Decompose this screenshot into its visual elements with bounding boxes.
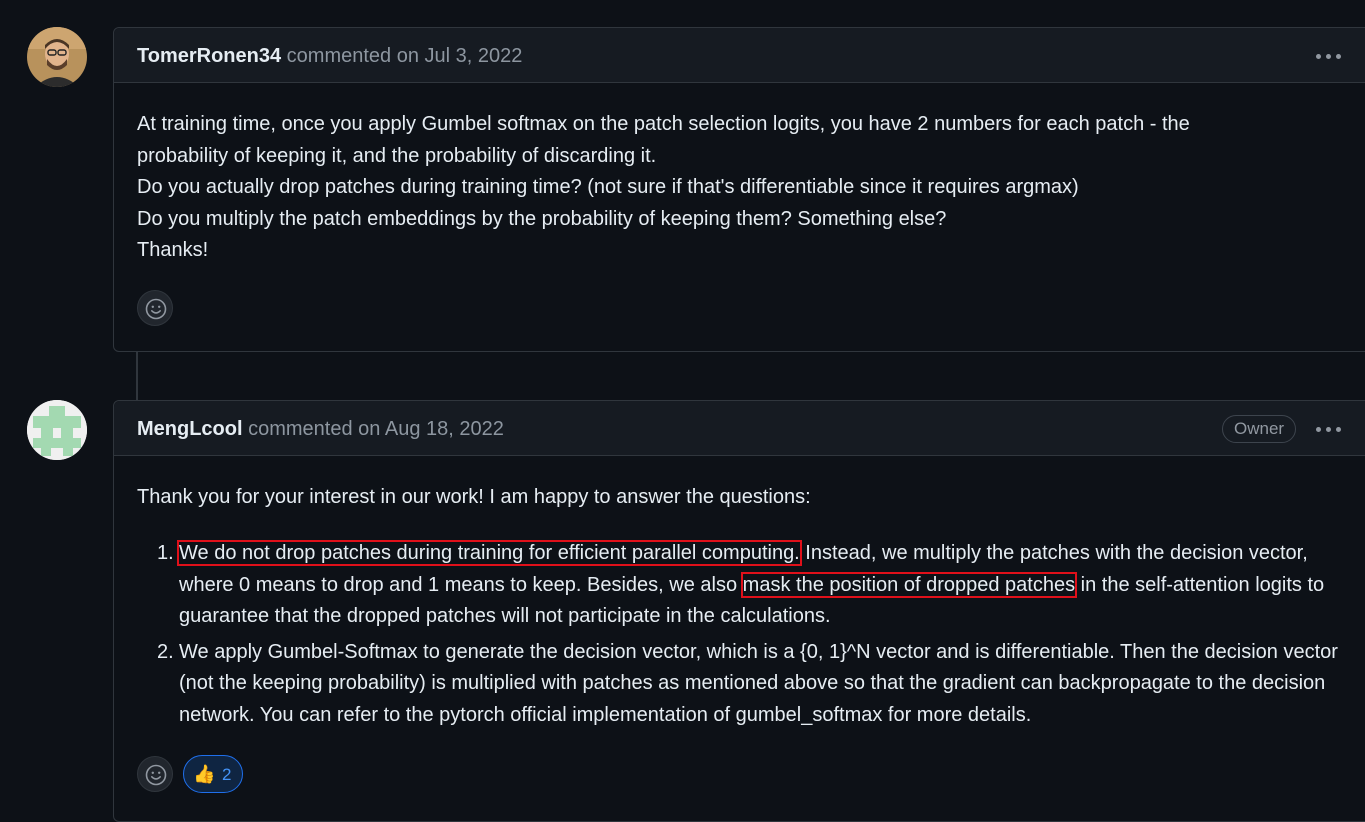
list-item-text: We apply Gumbel-Softmax to generate the … — [179, 640, 1338, 726]
list-item-number: 1. — [157, 542, 174, 564]
comment-timestamp-2[interactable]: commented on Aug 18, 2022 — [248, 418, 504, 440]
comment-header-1: TomerRonen34 commented on Jul 3, 2022 — [114, 28, 1365, 83]
comment-line: At training time, once you apply Gumbel … — [137, 113, 1190, 135]
comment-card-1: TomerRonen34 commented on Jul 3, 2022 At… — [113, 27, 1365, 352]
list-item: 1. We do not drop patches during training… — [137, 538, 1347, 633]
add-reaction-button-2[interactable] — [137, 756, 173, 792]
avatar-tomerronen34[interactable] — [27, 27, 87, 87]
comment-body-1: At training time, once you apply Gumbel … — [137, 109, 1190, 267]
reaction-count: 2 — [222, 765, 232, 784]
comment-line: probability of keeping it, and the proba… — [137, 144, 657, 167]
thumbs-up-icon: 👍 — [193, 764, 216, 784]
kebab-horizontal-icon[interactable] — [1316, 46, 1344, 66]
comment-header-2: MengLcool commented on Aug 18, 2022 Owne… — [114, 401, 1365, 456]
highlighted-text-box: We do not drop patches during training f… — [177, 540, 802, 566]
comment-line: Thanks! — [137, 239, 209, 261]
comment-author-2[interactable]: MengLcool — [137, 418, 243, 440]
answer-list: 1. We do not drop patches during training… — [137, 538, 1347, 735]
comment-card-2: MengLcool commented on Aug 18, 2022 Owne… — [113, 400, 1365, 822]
thumbs-up-reaction-button[interactable]: 👍 2 — [183, 755, 243, 793]
avatar-photo-icon — [27, 27, 87, 87]
comment-line: Do you actually drop patches during trai… — [137, 176, 1079, 198]
list-item-number: 2. — [157, 640, 174, 663]
smiley-icon — [145, 764, 167, 786]
add-reaction-button-1[interactable] — [137, 290, 173, 326]
owner-badge: Owner — [1222, 415, 1297, 443]
comment-intro-2: Thank you for your interest in our work!… — [137, 486, 811, 508]
comment-timestamp-1[interactable]: commented on Jul 3, 2022 — [287, 45, 523, 67]
list-item: 2. We apply Gumbel-Softmax to generate th… — [137, 637, 1347, 732]
timeline-connector — [136, 352, 138, 401]
avatar-menglcool[interactable] — [27, 400, 87, 460]
comment-line: Do you multiply the patch embeddings by … — [137, 207, 947, 230]
comment-author-1[interactable]: TomerRonen34 — [137, 45, 281, 67]
identicon-icon — [27, 400, 87, 460]
smiley-icon — [145, 298, 167, 320]
kebab-horizontal-icon[interactable] — [1316, 419, 1344, 439]
highlighted-text-box: mask the position of dropped patches — [740, 571, 1078, 598]
